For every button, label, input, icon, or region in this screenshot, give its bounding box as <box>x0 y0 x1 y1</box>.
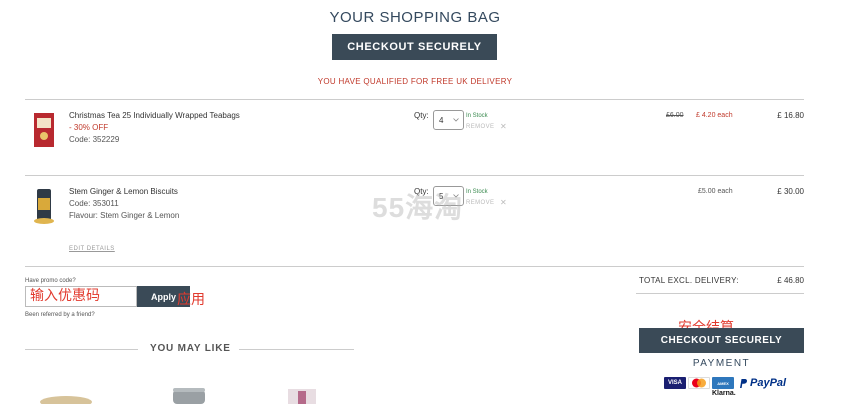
product-name[interactable]: Christmas Tea 25 Individually Wrapped Te… <box>69 110 240 122</box>
free-delivery-note: YOU HAVE QUALIFIED FOR FREE UK DELIVERY <box>317 77 513 86</box>
divider <box>25 175 804 176</box>
each-price: £ 4.20 each <box>696 112 733 119</box>
qty-label: Qty: <box>414 111 429 120</box>
total-value: £ 46.80 <box>777 276 804 285</box>
qty-select[interactable]: 4 <box>433 110 464 130</box>
payment-icons: VISA AMEX PayPal <box>664 376 786 390</box>
paypal-icon: PayPal <box>739 377 786 389</box>
apply-annotation: 应用 <box>177 291 205 307</box>
qty-value: 4 <box>439 115 444 125</box>
promo-code-input[interactable] <box>25 286 137 307</box>
paypal-wordmark: PayPal <box>750 377 787 389</box>
page-title: YOUR SHOPPING BAG <box>329 9 501 26</box>
edit-details-link[interactable]: EDIT DETAILS <box>69 246 115 252</box>
close-icon[interactable]: ✕ <box>500 198 507 207</box>
product-code: Code: 353011 <box>69 199 119 208</box>
ginger-biscuits-thumbnail[interactable] <box>33 188 55 224</box>
close-icon[interactable]: ✕ <box>500 122 507 131</box>
payment-label: PAYMENT <box>692 358 751 369</box>
total-label: TOTAL EXCL. DELIVERY: <box>639 276 739 285</box>
mastercard-icon <box>688 377 710 389</box>
referred-link[interactable]: Been referred by a friend? <box>25 312 95 318</box>
divider <box>25 99 804 100</box>
stock-status: In Stock <box>466 113 488 119</box>
checkout-securely-button-top[interactable]: CHECKOUT SECURELY <box>332 34 497 60</box>
product-name[interactable]: Stem Ginger & Lemon Biscuits <box>69 186 178 198</box>
cart-item-christmas-tea: Christmas Tea 25 Individually Wrapped Te… <box>25 110 804 170</box>
heading-rule-right <box>239 349 354 350</box>
remove-link[interactable]: REMOVE <box>466 200 494 206</box>
recommended-product-image[interactable] <box>38 384 94 404</box>
remove-link[interactable]: REMOVE <box>466 124 494 130</box>
you-may-like-text: YOU MAY LIKE <box>150 343 231 354</box>
watermark: 55海淘 <box>372 192 464 223</box>
promo-label: Have promo code? <box>25 278 76 284</box>
line-total: £ 16.80 <box>777 111 804 120</box>
old-price: £6.00 <box>666 112 684 119</box>
line-total: £ 30.00 <box>777 187 804 196</box>
heading-rule-left <box>25 349 138 350</box>
recommended-product-image[interactable] <box>288 389 316 404</box>
recommended-product-image[interactable] <box>170 388 208 404</box>
each-price: £5.00 each <box>698 188 733 195</box>
amex-icon: AMEX <box>712 377 734 389</box>
stock-status: In Stock <box>466 189 488 195</box>
visa-icon: VISA <box>664 377 686 389</box>
christmas-tea-thumbnail[interactable] <box>33 112 55 148</box>
klarna-icon: Klarna. <box>712 390 736 397</box>
chevron-down-icon <box>453 118 459 122</box>
product-discount: - 30% OFF <box>69 123 109 132</box>
product-flavour: Flavour: Stem Ginger & Lemon <box>69 211 180 220</box>
checkout-securely-button-bottom[interactable]: CHECKOUT SECURELY <box>639 328 804 353</box>
product-code: Code: 352229 <box>69 135 120 144</box>
you-may-like-heading: YOU MAY LIKE <box>25 343 354 355</box>
divider <box>25 266 804 267</box>
total-divider <box>636 293 804 294</box>
